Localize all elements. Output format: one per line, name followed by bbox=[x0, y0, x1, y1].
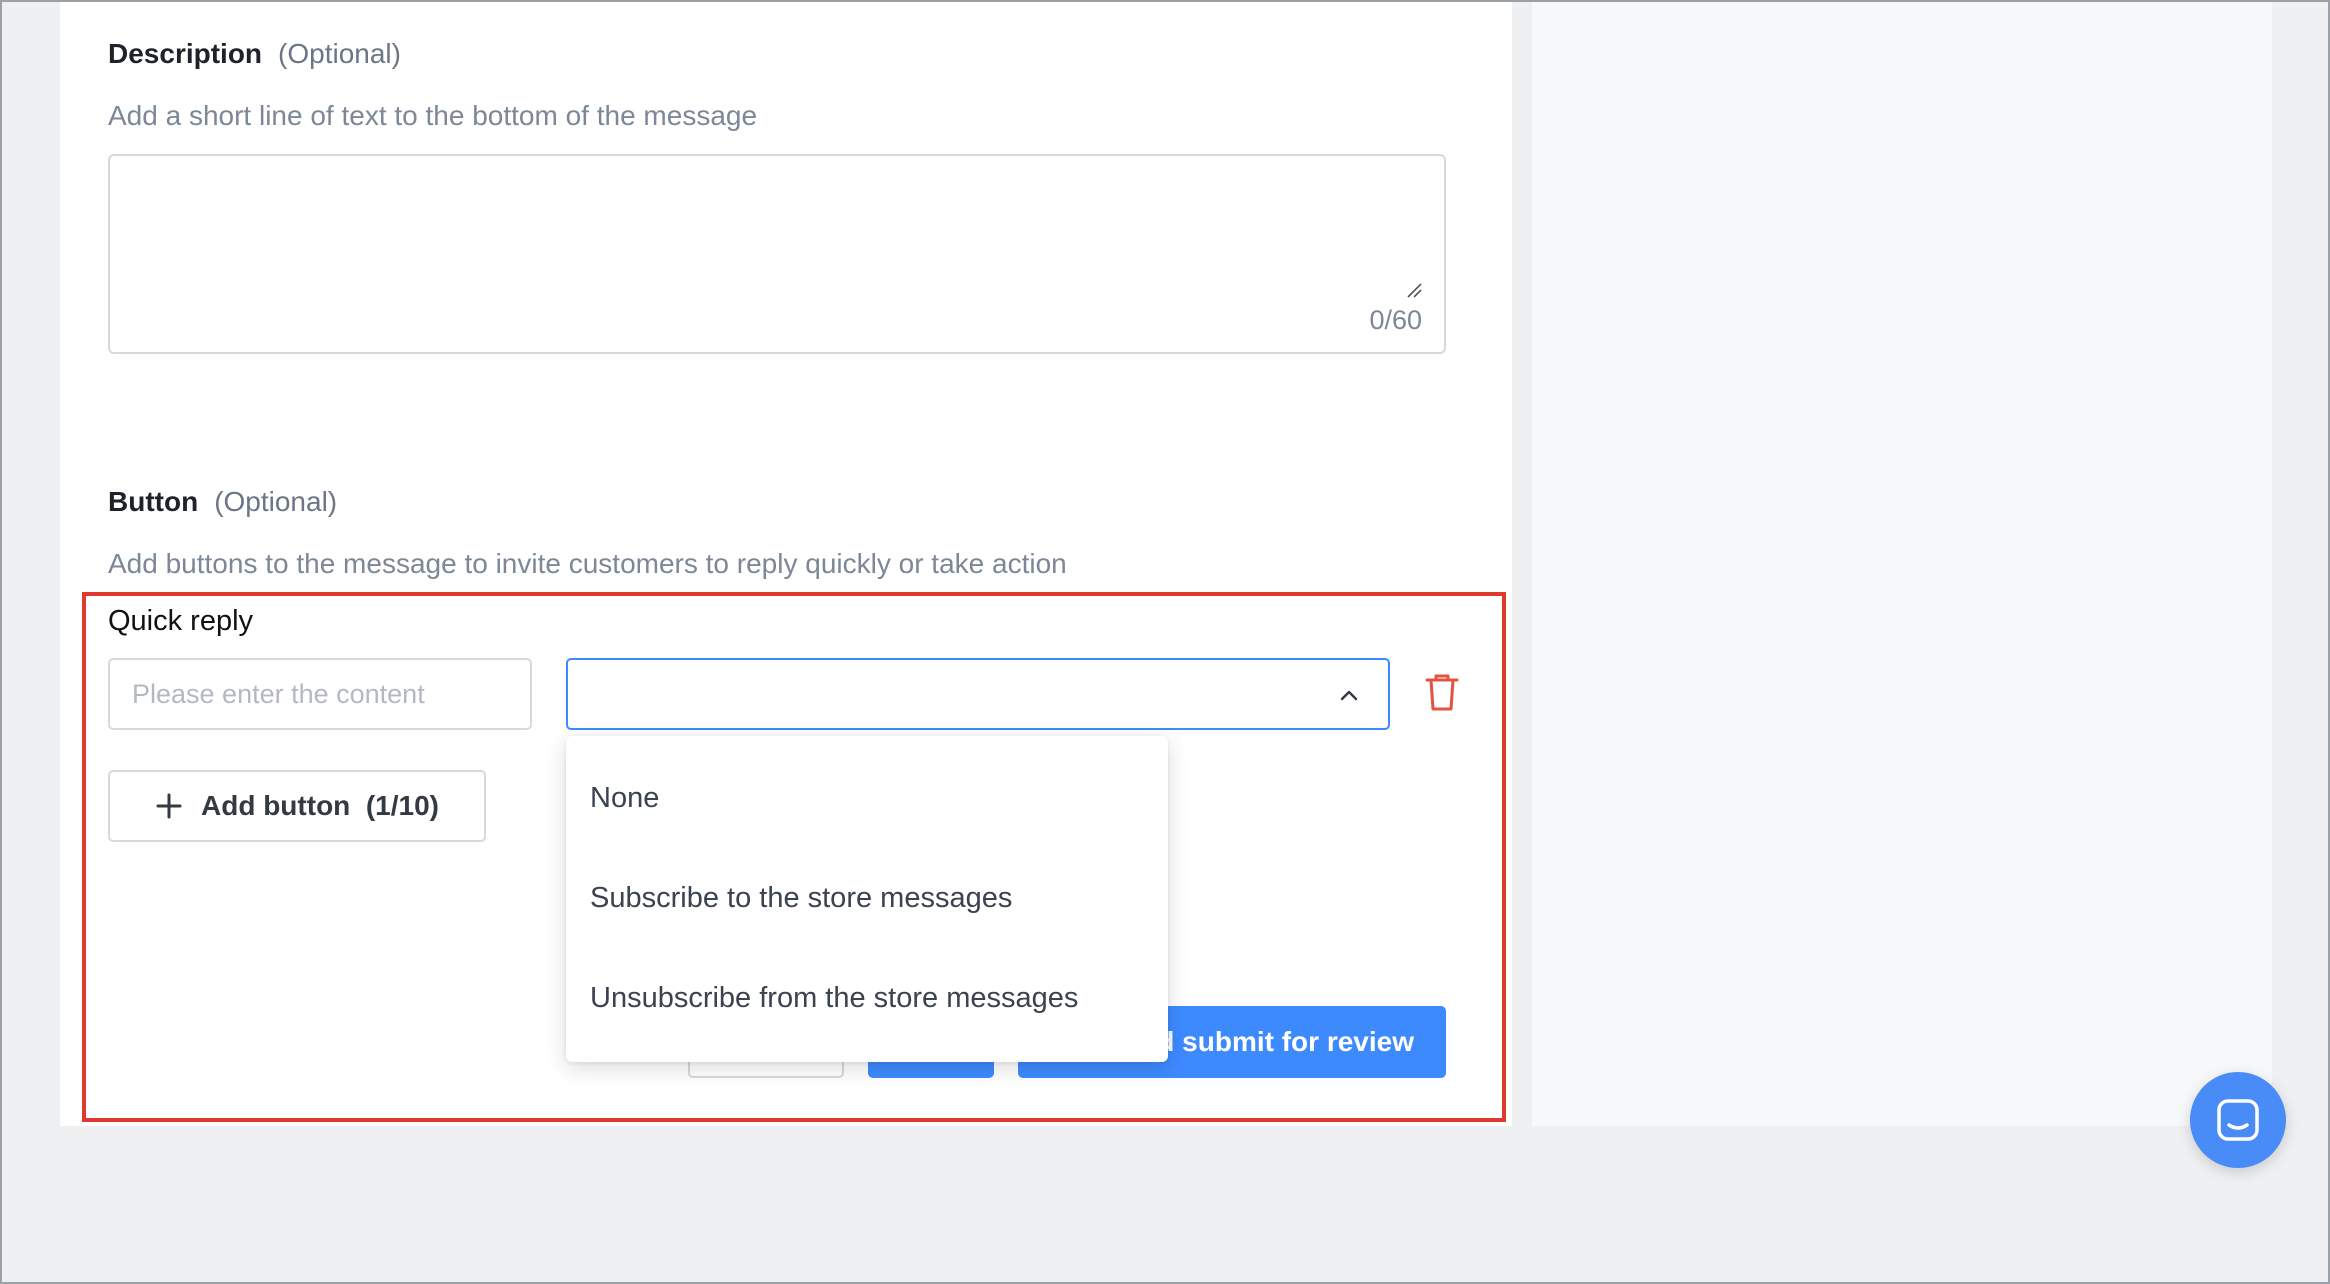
quick-reply-action-select[interactable] bbox=[566, 658, 1390, 730]
submit-button-label: d submit for review bbox=[1157, 1026, 1414, 1057]
dropdown-option-subscribe[interactable]: Subscribe to the store messages bbox=[590, 882, 1012, 915]
action-dropdown-menu: None Subscribe to the store messages Uns… bbox=[566, 736, 1168, 1062]
dropdown-option-unsubscribe[interactable]: Unsubscribe from the store messages bbox=[590, 982, 1078, 1015]
description-optional-label: (Optional) bbox=[278, 38, 401, 69]
quick-reply-label: Quick reply bbox=[108, 605, 254, 637]
description-hint: Add a short line of text to the bottom o… bbox=[108, 100, 758, 131]
chat-widget-button[interactable] bbox=[2190, 1072, 2286, 1168]
add-button-label: Add button (1/10) bbox=[201, 790, 439, 821]
description-title: Description (Optional) bbox=[108, 38, 401, 70]
button-title: Button (Optional) bbox=[108, 486, 337, 518]
button-optional-label: (Optional) bbox=[214, 486, 338, 517]
resize-handle-icon[interactable] bbox=[1406, 282, 1422, 298]
right-gutter bbox=[2272, 0, 2330, 1126]
description-char-count: 0/60 bbox=[1369, 305, 1422, 335]
plus-icon bbox=[156, 793, 182, 819]
chat-icon bbox=[2217, 1099, 2259, 1141]
chevron-up-icon bbox=[1340, 690, 1358, 701]
dropdown-option-none[interactable]: None bbox=[590, 782, 659, 815]
description-label: Description bbox=[108, 38, 263, 69]
button-hint: Add buttons to the message to invite cus… bbox=[108, 548, 1067, 579]
quick-reply-content-input[interactable] bbox=[108, 658, 532, 730]
preview-panel bbox=[1532, 0, 2272, 1126]
trash-icon[interactable] bbox=[1424, 672, 1460, 712]
description-textarea[interactable]: 0/60 bbox=[108, 154, 1446, 354]
button-label: Button bbox=[108, 486, 199, 517]
add-button[interactable]: Add button (1/10) bbox=[108, 770, 486, 842]
